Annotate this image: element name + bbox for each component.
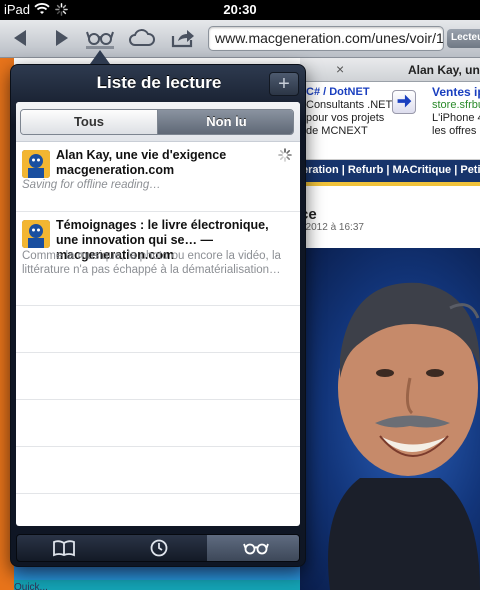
forward-arrow-icon[interactable] [48, 26, 74, 50]
article-date: t 2012 à 16:37 [300, 222, 364, 233]
ad-arrow-icon[interactable] [392, 90, 416, 114]
share-icon[interactable] [170, 26, 196, 50]
reading-glasses-icon[interactable] [86, 26, 114, 50]
item-title-text: Alan Kay, une vie d'exigence [56, 148, 227, 162]
icloud-tabs-icon[interactable] [128, 26, 156, 50]
list-item[interactable]: Alan Kay, une vie d'exigence macgenerati… [16, 142, 300, 212]
nav-underline [300, 182, 480, 186]
segment-all[interactable]: Tous [21, 110, 158, 134]
empty-row [16, 353, 300, 400]
footer-partial-text: Quick... [14, 582, 48, 590]
reading-list-icon [243, 543, 269, 555]
ad-sfr[interactable]: Ventes ip store.sfrbus L'iPhone 4 les of… [432, 86, 480, 138]
bookmarks-icon [53, 540, 75, 557]
ad-sfr-line1: L'iPhone 4 [432, 112, 480, 124]
ad-banner: C# / DotNET Consultants .NET pour vos pr… [300, 82, 480, 160]
popover-arrow [90, 50, 110, 64]
filter-bar: Tous Non lu [16, 102, 300, 142]
ad-dotnet-title: C# / DotNET [306, 86, 370, 98]
status-bar: iPad 20:30 [0, 0, 480, 20]
reading-list: Alan Kay, une vie d'exigence macgenerati… [16, 142, 300, 526]
filter-segmented-control: Tous Non lu [20, 109, 294, 135]
popover-tab-bar [16, 534, 300, 562]
site-favicon-icon [22, 150, 50, 178]
empty-row [16, 306, 300, 353]
ad-sfr-url: store.sfrbus [432, 99, 480, 111]
ad-sfr-title: Ventes ip [432, 85, 480, 99]
segment-unread[interactable]: Non lu [158, 110, 293, 134]
add-to-reading-list-button[interactable]: + [269, 72, 299, 96]
address-bar[interactable]: www.macgeneration.com/unes/voir/13 [208, 26, 444, 51]
item-status: Saving for offline reading… [22, 179, 161, 191]
empty-row [16, 400, 300, 447]
screen: { "status_bar": { "carrier": "iPad", "ti… [0, 0, 480, 590]
page-footer-teal [14, 580, 300, 590]
tab-strip: × Alan Kay, un [300, 58, 480, 82]
ad-dotnet[interactable]: C# / DotNET Consultants .NET pour vos pr… [306, 86, 396, 138]
tab-title[interactable]: Alan Kay, un [408, 63, 480, 77]
tab-bookmarks[interactable] [17, 535, 111, 561]
site-nav[interactable]: eration | Refurb | MACritique | Petite [300, 160, 480, 182]
site-favicon-icon [22, 220, 50, 248]
empty-row [16, 447, 300, 494]
loading-spinner-icon [278, 148, 292, 162]
tab-close-icon[interactable]: × [336, 61, 344, 77]
tab-reading-list[interactable] [207, 535, 299, 561]
item-source: macgeneration.com [56, 163, 175, 177]
portrait-illustration [328, 282, 480, 590]
ad-dotnet-body: Consultants .NET pour vos projets de MCN… [306, 99, 393, 137]
article-photo [300, 248, 480, 590]
back-arrow-icon[interactable] [8, 26, 34, 50]
list-item[interactable]: Témoignages : le livre électronique, une… [16, 212, 300, 306]
reading-list-panel: Tous Non lu Alan Kay, une vie d'exigence… [16, 102, 300, 526]
reader-button[interactable]: Lecteur [447, 29, 480, 48]
item-excerpt: Comme la musique, la photo ou encore la … [22, 250, 281, 276]
reading-list-popover: Liste de lecture + Tous Non lu Alan Kay,… [10, 64, 306, 567]
browser-toolbar: www.macgeneration.com/unes/voir/13 Lecte… [0, 20, 480, 58]
item-title: Alan Kay, une vie d'exigence macgenerati… [56, 148, 280, 178]
popover-title: Liste de lecture [96, 73, 222, 92]
clock: 20:30 [223, 2, 257, 17]
empty-row [16, 494, 300, 526]
tab-history[interactable] [112, 535, 206, 561]
ad-sfr-line2: les offres S [432, 125, 480, 137]
history-icon [150, 539, 168, 557]
